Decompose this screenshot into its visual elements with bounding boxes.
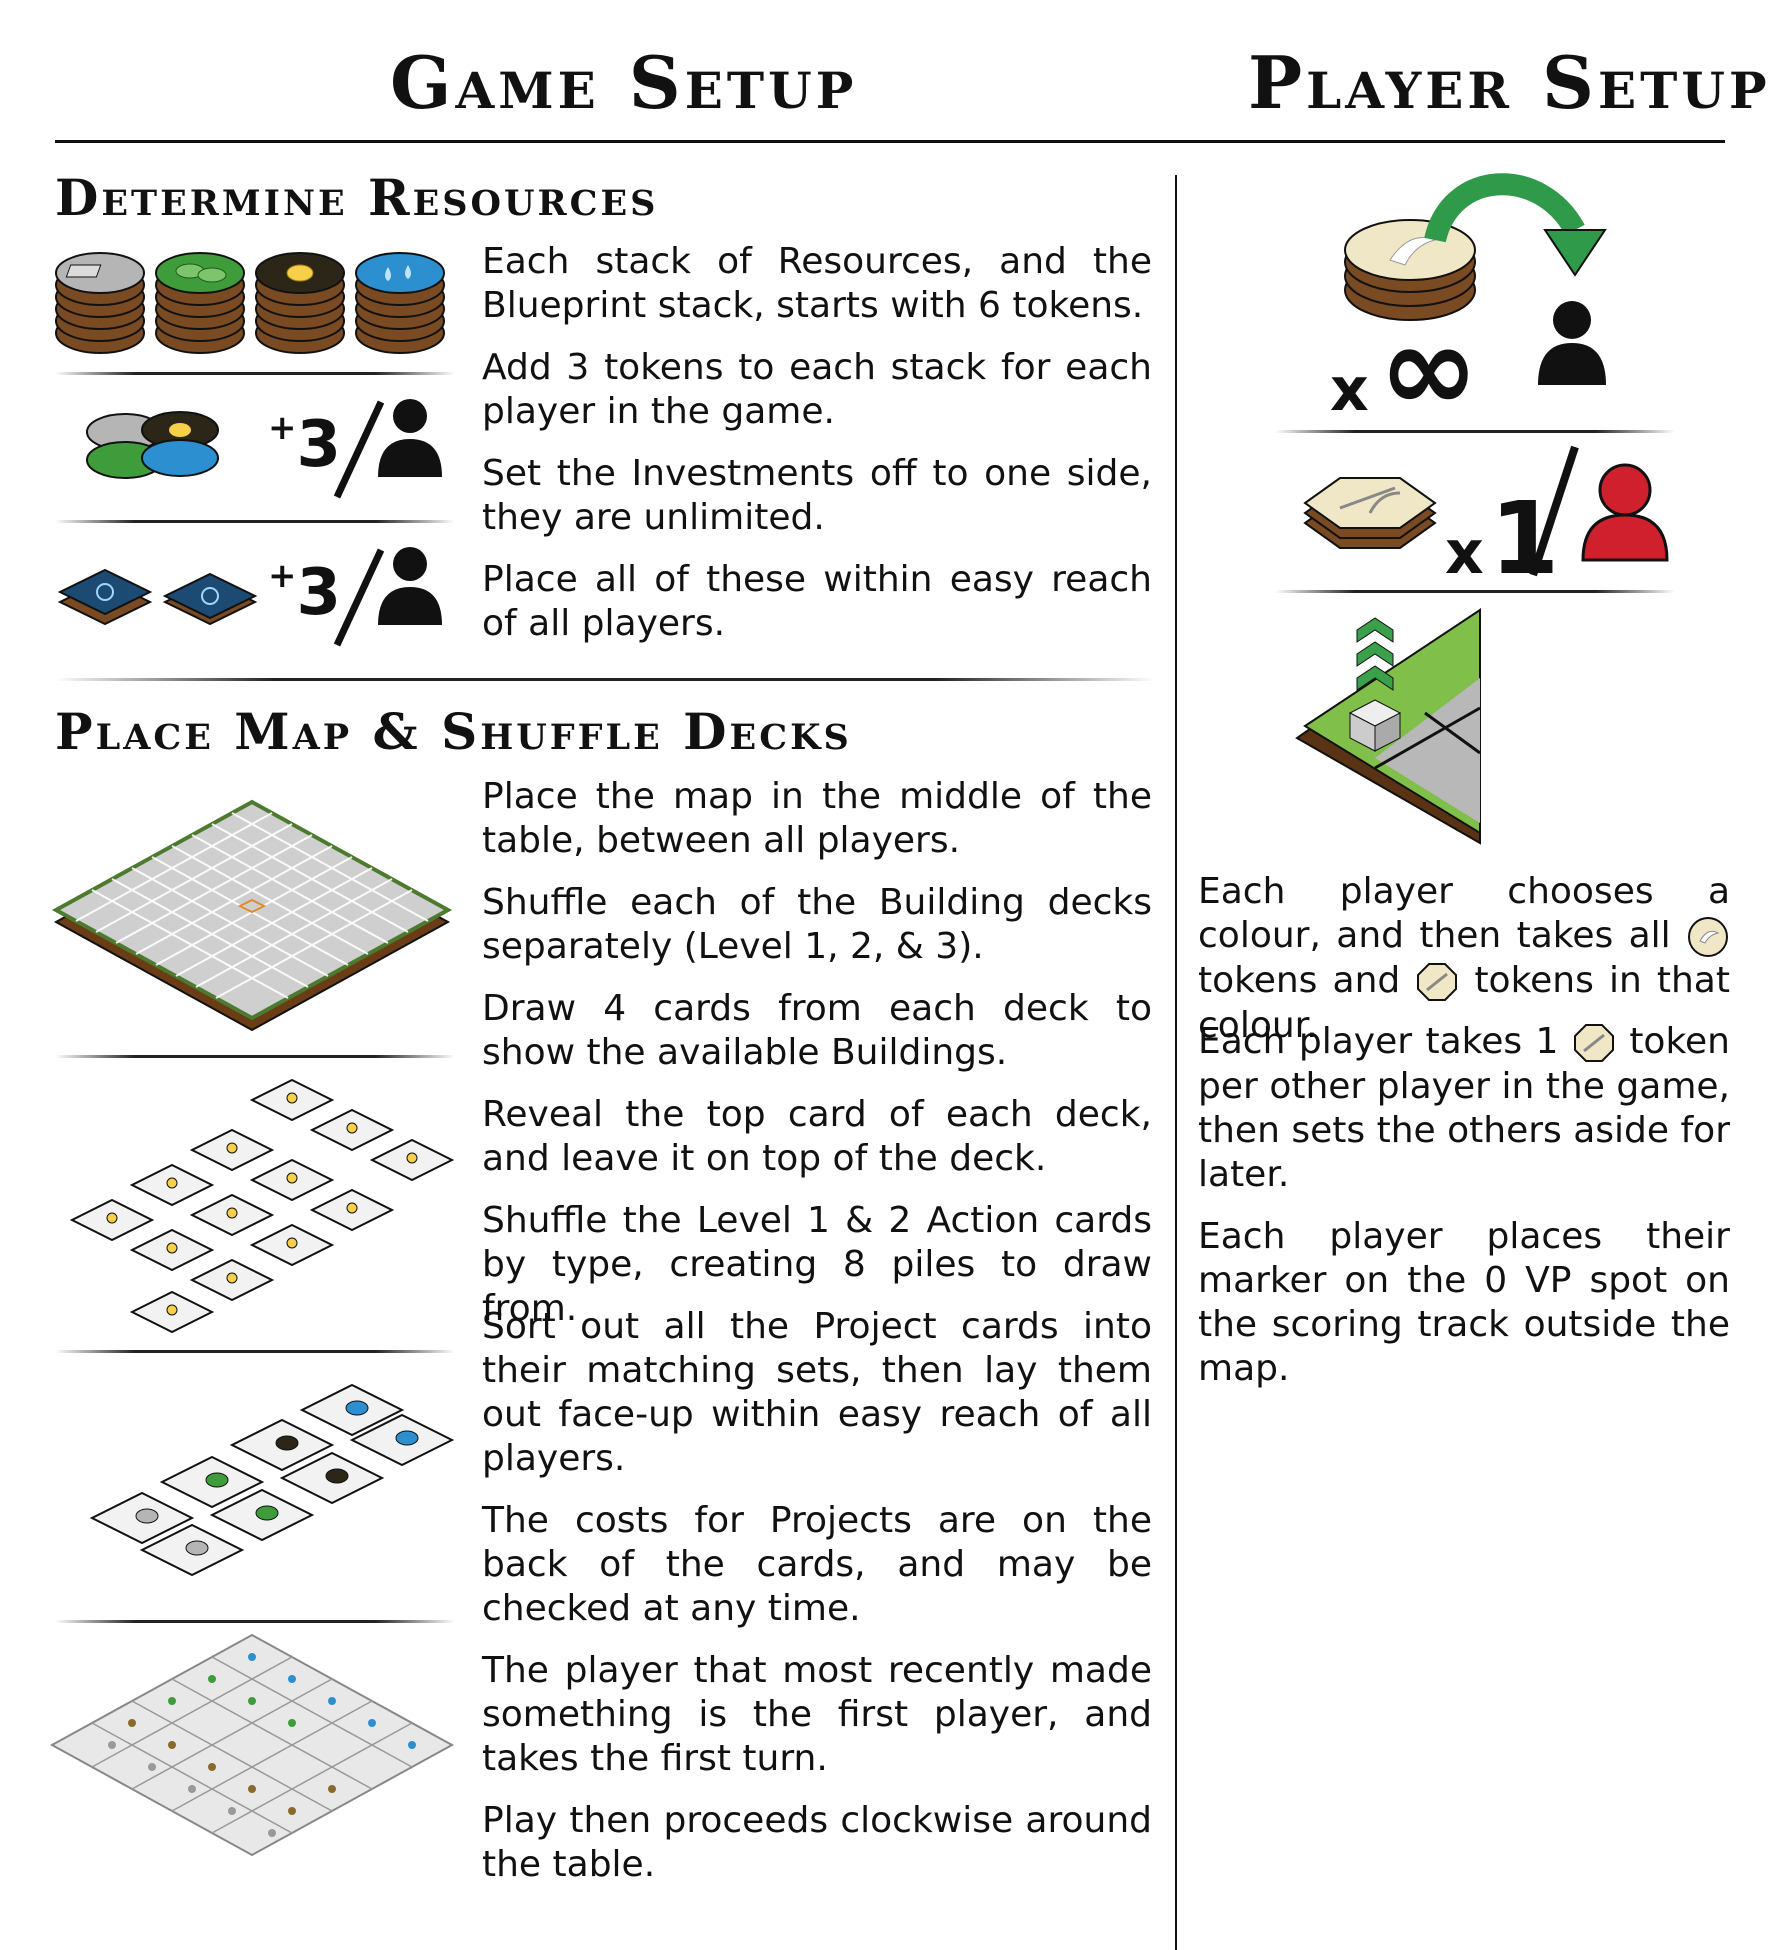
map-paragraph-4: Reveal the top card of each deck, and le…: [482, 1094, 1152, 1179]
plus-three-label-1: +3: [268, 408, 342, 482]
resources-rule-2: [55, 520, 455, 523]
player-rule-2: [1275, 590, 1675, 593]
blueprint-tokens-illustration: [57, 547, 442, 647]
map-paragraph-9: Play then proceeds clockwise around the …: [482, 1800, 1152, 1885]
map-paragraph-1: Place the map in the middle of the table…: [482, 776, 1152, 861]
building-cards-illustration: [69, 1078, 455, 1334]
resources-paragraph-4: Place all of these within easy reach of …: [482, 559, 1152, 644]
resource-stacks-illustration: [55, 252, 445, 354]
map-paragraph-7: The costs for Projects are on the back o…: [482, 1500, 1152, 1629]
resources-paragraph-1: Each stack of Resources, and the Bluepri…: [482, 241, 1152, 326]
map-rule-2: [55, 1350, 455, 1353]
person-icon: [378, 547, 442, 625]
person-icon: [1538, 301, 1606, 385]
water-token-stack: [355, 252, 445, 354]
resources-paragraph-2: Add 3 tokens to each stack for each play…: [482, 347, 1152, 432]
map-rule-3: [55, 1620, 455, 1623]
player-paragraph-2: Each player takes 1 token per other play…: [1198, 1021, 1730, 1195]
sun-token-stack: [255, 252, 345, 354]
column-divider: [1175, 175, 1177, 1950]
person-icon: [1581, 463, 1669, 562]
action-cards-grid-illustration: [49, 1633, 455, 1857]
map-paragraph-8: The player that most recently made somet…: [482, 1650, 1152, 1779]
section-divider: [55, 678, 1155, 681]
resources-rule-1: [55, 372, 455, 375]
investment-token-icon: [1417, 963, 1458, 1001]
game-setup-title: Game Setup: [390, 40, 858, 125]
influence-coin-icon: [1688, 917, 1728, 957]
plus-three-label-2: +3: [268, 556, 342, 630]
resources-paragraph-3: Set the Investments off to one side, the…: [482, 453, 1152, 538]
red-player-illustration: [1529, 445, 1669, 577]
infinity-count: x∞: [1330, 300, 1479, 439]
investment-token-illustration: [1303, 477, 1437, 549]
player-paragraph-3: Each player places their marker on the 0…: [1198, 1216, 1730, 1389]
determine-resources-heading: Determine Resources: [55, 168, 659, 227]
player-rule-1: [1275, 430, 1675, 433]
map-rule-1: [55, 1055, 455, 1058]
map-paragraph-3: Draw 4 cards from each deck to show the …: [482, 988, 1152, 1073]
header-divider: [55, 140, 1725, 143]
person-icon: [378, 399, 442, 477]
map-paragraph-2: Shuffle each of the Building decks separ…: [482, 882, 1152, 967]
project-cards-illustration: [89, 1383, 455, 1577]
place-map-heading: Place Map & Shuffle Decks: [55, 702, 852, 761]
map-board-illustration: [51, 799, 453, 1032]
metal-token-stack: [55, 252, 145, 354]
plus-three-tokens-illustration: [86, 399, 442, 499]
map-paragraph-6: Sort out all the Project cards into thei…: [482, 1306, 1152, 1479]
player-setup-title: Player Setup: [1248, 40, 1771, 125]
leaf-token-stack: [155, 252, 245, 354]
investment-token-icon: [1573, 1024, 1614, 1062]
scoring-track-illustration: [1295, 608, 1481, 845]
